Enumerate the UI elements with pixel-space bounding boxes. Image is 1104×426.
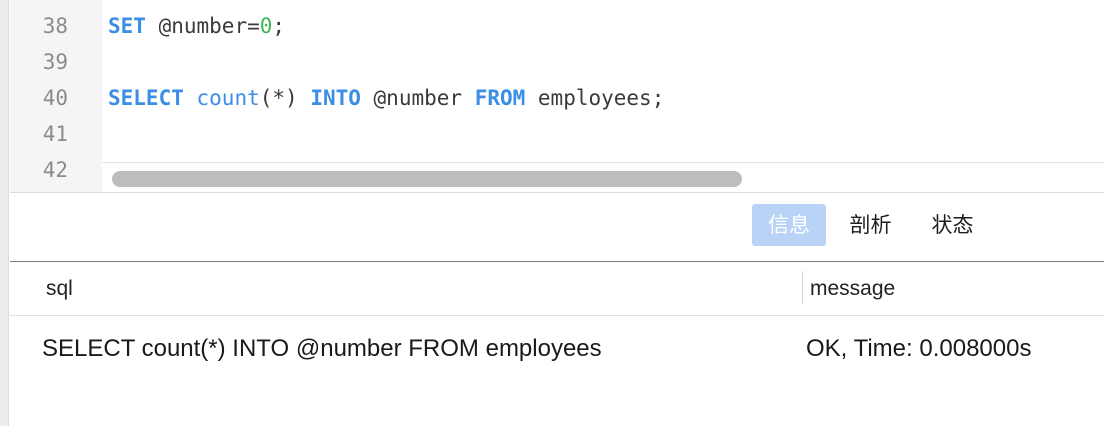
line-number: 42 [42, 158, 68, 182]
tab-info[interactable]: 信息 [752, 204, 826, 246]
line-number: 39 [42, 50, 68, 74]
column-header-sql[interactable]: sql [46, 262, 73, 316]
code-line[interactable]: SELECT count(*) INTO @number FROM employ… [108, 80, 664, 116]
sql-keyword: INTO [310, 86, 361, 110]
code-text: @number= [145, 14, 260, 38]
cell-sql[interactable]: SELECT count(*) INTO @number FROM employ… [42, 327, 602, 371]
editor-line[interactable]: 41 [10, 116, 1104, 152]
header-divider [10, 315, 1104, 316]
left-panel-border [0, 0, 9, 426]
line-number: 41 [42, 122, 68, 146]
code-text: @number [360, 86, 475, 110]
column-resize-handle[interactable] [802, 271, 803, 304]
code-text: (*) [259, 86, 311, 110]
line-number: 38 [42, 14, 68, 38]
tab-status[interactable]: 状态 [919, 204, 986, 246]
editor-line[interactable]: 39 [10, 44, 1104, 80]
sql-function: count [196, 86, 260, 110]
sql-keyword: SELECT [108, 86, 184, 110]
horizontal-scrollbar[interactable] [102, 162, 1104, 192]
tab-profile[interactable]: 剖析 [837, 204, 904, 246]
line-number: 40 [42, 86, 68, 110]
code-text: employees; [525, 86, 665, 110]
code-line[interactable]: SET @number=0; [108, 8, 285, 44]
sql-keyword: SET [108, 14, 146, 38]
code-text: ; [272, 14, 286, 38]
result-table: sql message SELECT count(*) INTO @number… [10, 262, 1104, 426]
result-tabs: 信息 剖析 状态 [10, 193, 1104, 261]
editor-line[interactable]: 40 SELECT count(*) INTO @number FROM emp… [10, 80, 1104, 116]
editor-line[interactable]: 38 SET @number=0; [10, 8, 1104, 44]
scrollbar-thumb[interactable] [112, 171, 742, 187]
column-header-message[interactable]: message [810, 262, 895, 316]
sql-keyword: FROM [474, 86, 526, 110]
sql-editor[interactable]: 38 SET @number=0; 39 40 SELECT count(*) … [10, 0, 1104, 192]
sql-number: 0 [259, 14, 273, 38]
cell-message[interactable]: OK, Time: 0.008000s [806, 327, 1031, 371]
